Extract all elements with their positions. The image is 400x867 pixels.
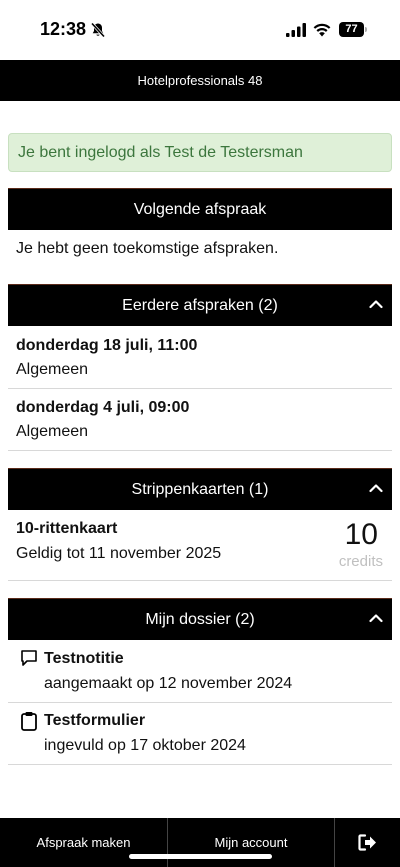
login-alert: Je bent ingelogd als Test de Testersman (8, 133, 392, 172)
section-title-upcoming: Volgende afspraak (133, 201, 267, 218)
section-title-cards: Strippenkaarten (1) (131, 481, 269, 498)
status-bar: 12:38 77 (0, 0, 400, 60)
battery-level: 77 (345, 23, 358, 35)
clipboard-icon (21, 712, 37, 731)
logout-icon (358, 834, 376, 851)
bell-off-icon (90, 22, 106, 38)
bottom-nav: Afspraak maken Mijn account (0, 818, 400, 867)
card-name: 10-rittenkaart (16, 520, 118, 537)
wifi-icon (313, 23, 331, 37)
battery-icon: 77 (339, 22, 367, 37)
signal-icon (286, 23, 306, 37)
status-time: 12:38 (40, 19, 87, 39)
credits-count: 10 (344, 518, 378, 551)
section-header-cards[interactable]: Strippenkaarten (1) (8, 468, 392, 510)
divider (8, 764, 392, 765)
dossier-item-detail: aangemaakt op 12 november 2024 (44, 675, 293, 692)
section-header-dossier[interactable]: Mijn dossier (2) (8, 598, 392, 640)
dossier-item-name: Testnotitie (44, 650, 124, 667)
comment-icon (21, 650, 37, 666)
home-indicator (129, 854, 272, 859)
my-account-button[interactable]: Mijn account (168, 818, 334, 867)
upcoming-empty-text: Je hebt geen toekomstige afspraken. (16, 240, 279, 257)
chevron-up-icon[interactable] (369, 613, 383, 623)
divider (8, 450, 392, 451)
appointment-date: donderdag 18 juli, 11:00 (16, 337, 198, 354)
section-header-upcoming: Volgende afspraak (8, 188, 392, 230)
card-validity: Geldig tot 11 november 2025 (16, 545, 222, 562)
chevron-up-icon[interactable] (369, 483, 383, 493)
chevron-up-icon[interactable] (369, 299, 383, 309)
dossier-item-detail: ingevuld op 17 oktober 2024 (44, 737, 246, 754)
app-header-title: Hotelprofessionals 48 (0, 60, 400, 101)
section-header-past[interactable]: Eerdere afspraken (2) (8, 284, 392, 326)
appointment-date: donderdag 4 juli, 09:00 (16, 399, 190, 416)
logout-button[interactable] (335, 818, 400, 867)
section-title-dossier: Mijn dossier (2) (145, 611, 255, 628)
dossier-item-name: Testformulier (44, 712, 146, 729)
appointment-type: Algemeen (16, 361, 89, 378)
appointment-type: Algemeen (16, 423, 89, 440)
section-title-past: Eerdere afspraken (2) (122, 297, 278, 314)
divider (8, 388, 392, 389)
credits-label: credits (338, 553, 383, 570)
divider (8, 702, 392, 703)
make-appointment-button[interactable]: Afspraak maken (0, 818, 167, 867)
divider (8, 580, 392, 581)
